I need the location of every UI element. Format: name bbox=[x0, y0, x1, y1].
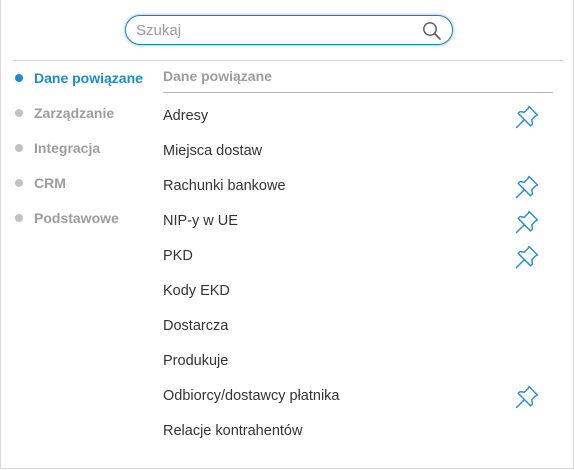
pin-icon[interactable] bbox=[514, 384, 540, 410]
search-input[interactable] bbox=[136, 20, 416, 40]
nav-item-label: Integracja bbox=[34, 140, 101, 156]
list-item[interactable]: Miejsca dostaw bbox=[163, 139, 543, 174]
pin-icon[interactable] bbox=[514, 104, 540, 130]
bullet-icon bbox=[15, 179, 23, 187]
list-item-label: Miejsca dostaw bbox=[163, 143, 263, 159]
pin-icon[interactable] bbox=[514, 174, 540, 200]
nav-item-podstawowe[interactable]: Podstawowe bbox=[15, 208, 143, 243]
nav-item-crm[interactable]: CRM bbox=[15, 173, 143, 208]
category-nav: Dane powiązane Zarządzanie Integracja CR… bbox=[15, 68, 143, 243]
search-box[interactable] bbox=[125, 15, 453, 45]
item-list: Adresy Miejsca dostaw Rachunki bankowe N… bbox=[163, 104, 543, 454]
list-item-label: Odbiorcy/dostawcy płatnika bbox=[163, 388, 340, 404]
list-item[interactable]: PKD bbox=[163, 244, 543, 279]
section-title: Dane powiązane bbox=[163, 68, 272, 84]
list-item[interactable]: Adresy bbox=[163, 104, 543, 139]
nav-item-integracja[interactable]: Integracja bbox=[15, 138, 143, 173]
list-item-label: Dostarcza bbox=[163, 318, 229, 334]
bullet-icon bbox=[15, 144, 23, 152]
list-item[interactable]: Relacje kontrahentów bbox=[163, 419, 543, 454]
list-item-label: Relacje kontrahentów bbox=[163, 423, 303, 439]
menu-panel: Dane powiązane Zarządzanie Integracja CR… bbox=[0, 0, 574, 469]
list-item[interactable]: Rachunki bankowe bbox=[163, 174, 543, 209]
list-item-label: Produkuje bbox=[163, 353, 229, 369]
list-item-label: Kody EKD bbox=[163, 283, 230, 299]
list-item-label: Rachunki bankowe bbox=[163, 178, 286, 194]
list-item[interactable]: Dostarcza bbox=[163, 314, 543, 349]
bullet-icon bbox=[15, 214, 23, 222]
nav-item-dane-powiazane[interactable]: Dane powiązane bbox=[15, 68, 143, 103]
section-divider bbox=[163, 92, 553, 93]
bullet-icon bbox=[15, 74, 23, 82]
pin-icon[interactable] bbox=[514, 244, 540, 270]
list-item-label: PKD bbox=[163, 248, 193, 264]
nav-item-zarzadzanie[interactable]: Zarządzanie bbox=[15, 103, 143, 138]
nav-item-label: Zarządzanie bbox=[34, 105, 115, 121]
list-item[interactable]: NIP-y w UE bbox=[163, 209, 543, 244]
divider bbox=[13, 60, 563, 61]
nav-item-label: Podstawowe bbox=[34, 210, 119, 226]
nav-item-label: Dane powiązane bbox=[34, 70, 143, 86]
pin-icon[interactable] bbox=[514, 209, 540, 235]
list-item[interactable]: Odbiorcy/dostawcy płatnika bbox=[163, 384, 543, 419]
search-icon[interactable] bbox=[422, 21, 442, 41]
bullet-icon bbox=[15, 109, 23, 117]
list-item[interactable]: Kody EKD bbox=[163, 279, 543, 314]
list-item-label: NIP-y w UE bbox=[163, 213, 238, 229]
list-item[interactable]: Produkuje bbox=[163, 349, 543, 384]
list-item-label: Adresy bbox=[163, 108, 209, 124]
nav-item-label: CRM bbox=[34, 175, 66, 191]
